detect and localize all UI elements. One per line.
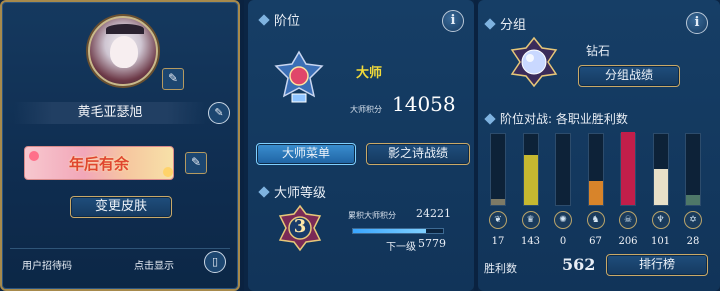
class-win-bar [490, 133, 506, 206]
wins-total: 562 [562, 255, 596, 274]
rank-header: 阶位 [258, 10, 301, 29]
class-win-count: 67 [589, 236, 602, 247]
class-win-bar-fill [523, 154, 538, 205]
edit-title-button[interactable]: ✎ [185, 152, 207, 174]
class-win-bar-fill [621, 132, 635, 205]
master-level-badge: 3 [276, 204, 324, 252]
flower-decoration [29, 151, 39, 161]
class-win-bar [652, 133, 669, 206]
avatar-crown [106, 24, 144, 34]
rank-header-text: 阶位 [274, 14, 301, 29]
master-level-header: 大师等级 [258, 182, 327, 201]
rank-info-button[interactable]: i [442, 10, 464, 32]
group-info-button[interactable]: i [686, 12, 708, 34]
master-points-value: 14058 [392, 92, 456, 116]
wins-label: 胜利数 [484, 262, 517, 275]
panel-divider [474, 0, 478, 291]
class-wins-header: 阶位对战: 各职业胜利数 [484, 110, 628, 127]
class-win-count: 28 [686, 236, 700, 247]
invite-code-row: 用户招待码 点击显示 [10, 248, 230, 276]
shadowcraft-icon: ☠ [619, 211, 637, 229]
change-skin-button[interactable]: 变更皮肤 [70, 196, 172, 218]
class-win-bar [587, 133, 604, 206]
class-win-bar-fill [653, 169, 668, 205]
diamond-bullet-icon [258, 13, 270, 26]
diamond-bullet-icon [258, 185, 270, 198]
master-level-number: 3 [293, 216, 307, 237]
class-win-bar-fill [588, 180, 603, 205]
havencraft-icon: ✡ [684, 211, 702, 229]
master-points-label: 大师积分 [350, 105, 382, 114]
class-win-bar [620, 132, 636, 206]
edit-name-button[interactable]: ✎ [208, 102, 230, 124]
rank-name: 大师 [356, 66, 383, 81]
swordcraft-icon: ♛ [521, 211, 540, 229]
master-level-progress-bar [352, 228, 444, 234]
pencil-icon: ✎ [214, 106, 224, 119]
class-win-bar-fill [491, 199, 505, 205]
class-win-bar [522, 133, 539, 206]
master-level-header-text: 大师等级 [274, 186, 327, 201]
total-master-points-value: 24221 [416, 207, 451, 220]
group-name: 钻石 [586, 44, 611, 58]
player-name: 黄毛亚瑟旭 [14, 102, 206, 124]
invite-code-reveal[interactable]: 点击显示 [134, 257, 174, 272]
class-win-bar-fill [686, 194, 700, 205]
dragoncraft-icon: ♞ [586, 211, 605, 229]
wrench-icon: ✎ [190, 155, 202, 169]
edit-avatar-button[interactable]: ✎ [162, 68, 184, 90]
diamond-bullet-icon [484, 17, 496, 30]
class-win-count: 0 [559, 236, 567, 247]
master-menu-button[interactable]: 大师菜单 [256, 143, 356, 165]
flower-decoration [163, 167, 173, 177]
diamond-group-emblem [510, 36, 558, 88]
next-level-label: 下一级 [386, 242, 416, 253]
class-win-count: 17 [491, 236, 505, 247]
forestcraft-icon: ❦ [489, 211, 507, 229]
avatar-face [110, 36, 138, 68]
next-level-value: 5779 [418, 237, 446, 250]
class-win-count: 101 [650, 236, 671, 247]
class-win-bar [685, 133, 701, 206]
panel-divider [240, 0, 244, 291]
group-header: 分组 [484, 14, 527, 33]
group-header-text: 分组 [500, 18, 527, 33]
diamond-bullet-icon [484, 112, 496, 125]
title-banner-text: 年后有余 [68, 155, 129, 173]
copy-invite-button[interactable]: ▯ [204, 251, 226, 273]
class-win-bar [555, 133, 571, 206]
master-rank-emblem [274, 50, 324, 103]
document-icon: ▯ [211, 255, 219, 268]
bloodcraft-icon: ♆ [651, 211, 670, 229]
wrench-icon: ✎ [167, 71, 179, 85]
rank-panel: 阶位 i 大师 大师积分 14058 大师菜单 影之诗战绩 大师等级 3 累积大… [248, 0, 474, 291]
profile-panel: ✎ 黄毛亚瑟旭 ✎ 年后有余 ✎ 变更皮肤 用户招待码 点击显示 ▯ [0, 0, 240, 291]
title-banner[interactable]: 年后有余 [24, 146, 174, 180]
shadowverse-record-button[interactable]: 影之诗战绩 [366, 143, 470, 165]
master-level-progress-fill [353, 229, 426, 233]
group-panel: 分组 i 钻石 分组战绩 阶位对战: 各职业胜利数 ❦ 17 ♛ 143 ✺ 0 ♞ 67 ☠ 2… [478, 0, 720, 291]
ranking-button[interactable]: 排行榜 [606, 254, 708, 276]
class-wins-header-text: 阶位对战: 各职业胜利数 [500, 112, 628, 126]
invite-code-label: 用户招待码 [22, 261, 72, 272]
class-win-count: 143 [520, 236, 541, 247]
class-win-count: 206 [618, 236, 638, 247]
runecraft-icon: ✺ [554, 211, 572, 229]
avatar[interactable] [88, 16, 158, 86]
total-master-points-label: 累积大师积分 [348, 211, 396, 220]
group-record-button[interactable]: 分组战绩 [578, 65, 680, 87]
